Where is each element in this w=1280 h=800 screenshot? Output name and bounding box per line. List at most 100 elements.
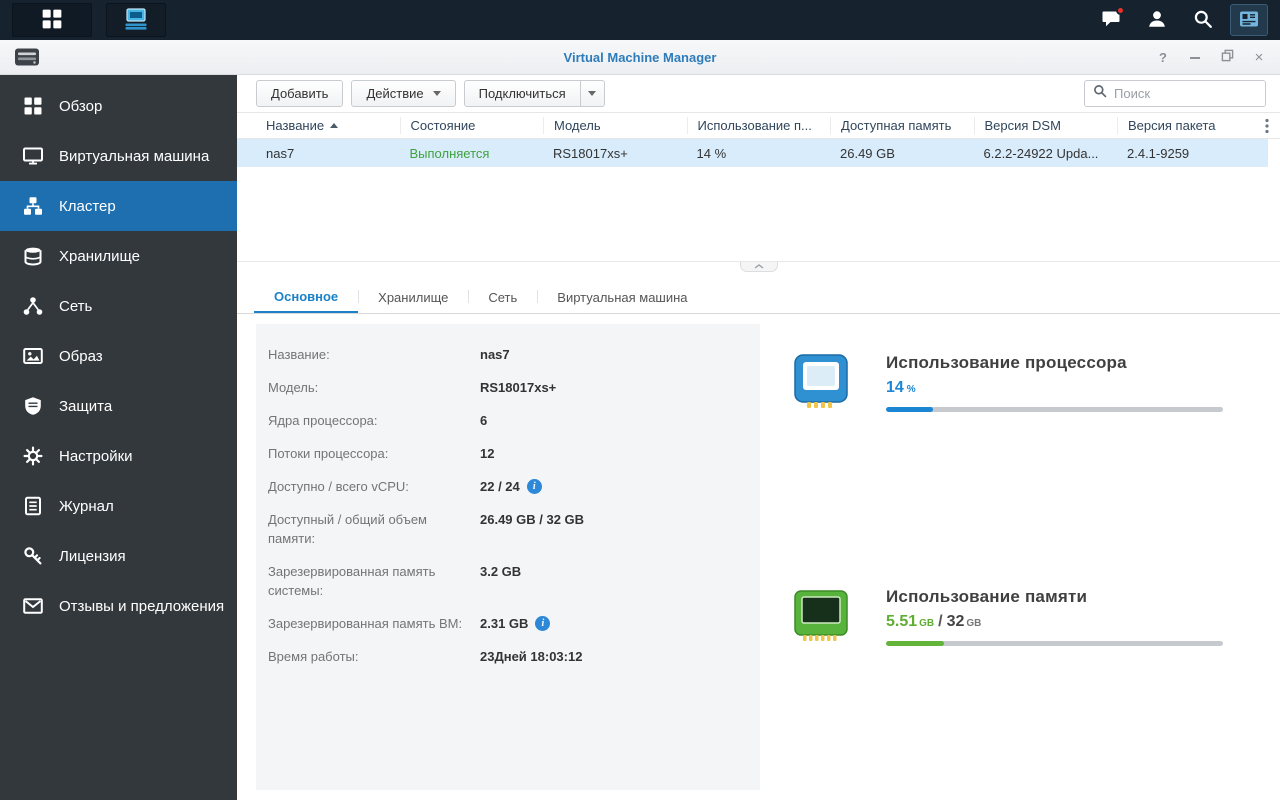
- cell-available-memory: 26.49 GB: [840, 145, 895, 161]
- cell-state status-badge: Выполняется: [409, 145, 490, 161]
- field-value: 26.49 GB / 32 GB: [480, 512, 585, 527]
- table-row[interactable]: nas7 Выполняется RS18017xs+ 14 % 26.49 G…: [237, 139, 1268, 167]
- field-label: Название:: [268, 347, 330, 362]
- detail-field: Модель: RS18017xs+: [268, 371, 744, 404]
- memory-icon: [792, 586, 850, 644]
- field-value: 12: [480, 446, 495, 461]
- sidebar-item-label: Образ: [59, 347, 103, 365]
- maximize-button[interactable]: [1214, 46, 1240, 70]
- sidebar-item-feedback[interactable]: Отзывы и предложения: [0, 581, 237, 631]
- window-title: Virtual Machine Manager: [563, 49, 717, 65]
- user-menu-button[interactable]: [1138, 4, 1176, 36]
- pilot-view-icon: [1239, 9, 1259, 32]
- detail-field: Зарезервированная память системы: 3.2 GB: [268, 555, 744, 607]
- tab-virtual-machine[interactable]: Виртуальная машина: [537, 282, 707, 313]
- field-label: Потоки процессора:: [268, 446, 389, 461]
- tab-network[interactable]: Сеть: [468, 282, 537, 313]
- sidebar-item-network[interactable]: Сеть: [0, 281, 237, 331]
- sidebar-item-log[interactable]: Журнал: [0, 481, 237, 531]
- cell-dsm-version: 6.2.2-24922 Upda...: [983, 145, 1099, 161]
- column-header-name[interactable]: Название: [256, 117, 400, 134]
- column-header-dsm-version[interactable]: Версия DSM: [973, 117, 1118, 134]
- sidebar-item-virtual-machine[interactable]: Виртуальная машина: [0, 131, 237, 181]
- memory-usage-value: 5.51 GB / 32 GB: [886, 613, 1223, 631]
- memory-used-unit: GB: [919, 618, 935, 629]
- taskbar-left: [12, 0, 166, 40]
- add-button[interactable]: Добавить: [256, 80, 344, 107]
- column-header-label: Модель: [554, 118, 601, 133]
- vmm-taskbar-button[interactable]: [106, 3, 166, 37]
- detail-field: Ядра процессора: 6: [268, 404, 744, 437]
- search-icon: [1093, 84, 1107, 103]
- memory-usage-title: Использование памяти: [886, 587, 1088, 606]
- sort-ascending-icon: [330, 123, 339, 128]
- usage-panel: Использование процессора 14 % Использова…: [762, 324, 1268, 790]
- field-value: 3.2 GB: [480, 564, 522, 579]
- sidebar-item-overview[interactable]: Обзор: [0, 81, 237, 131]
- tab-storage[interactable]: Хранилище: [358, 282, 468, 313]
- image-icon: [22, 345, 44, 367]
- memory-usage-bar: [886, 641, 1223, 646]
- search-taskbar-button[interactable]: [1184, 4, 1222, 36]
- sidebar-item-image[interactable]: Образ: [0, 331, 237, 381]
- field-label: Доступный / общий объем памяти:: [268, 512, 427, 546]
- info-icon[interactable]: [526, 479, 542, 494]
- sidebar-item-cluster[interactable]: Кластер: [0, 181, 237, 231]
- toolbar: Добавить Действие Подключиться: [237, 75, 1280, 112]
- collapse-handle[interactable]: [739, 262, 778, 272]
- main-panel: Добавить Действие Подключиться Поиск Наз…: [237, 75, 1280, 800]
- column-header-package-version[interactable]: Версия пакета: [1117, 117, 1261, 134]
- sidebar-item-label: Отзывы и предложения: [59, 597, 225, 615]
- cell-model: RS18017xs+: [553, 145, 628, 161]
- tab-general[interactable]: Основное: [254, 282, 359, 313]
- column-header-cpu-usage[interactable]: Использование п...: [686, 117, 831, 134]
- column-header-label: Версия пакета: [1128, 118, 1216, 133]
- cpu-usage-bar: [886, 407, 1223, 412]
- detail-field: Зарезервированная память ВМ: 2.31 GB: [268, 607, 744, 640]
- search-input[interactable]: [1114, 86, 1257, 101]
- search-icon: [1193, 9, 1213, 32]
- column-header-available-memory[interactable]: Доступная память: [830, 117, 974, 134]
- sidebar-item-label: Сеть: [59, 297, 93, 315]
- column-header-label: Использование п...: [697, 118, 812, 133]
- memory-usage-block: Использование памяти 5.51 GB / 32 GB: [792, 586, 1223, 646]
- info-icon[interactable]: [535, 616, 551, 631]
- sidebar-item-settings[interactable]: Настройки: [0, 431, 237, 481]
- minimize-button[interactable]: [1182, 46, 1208, 70]
- sidebar-item-label: Защита: [59, 397, 113, 415]
- help-button[interactable]: ?: [1150, 46, 1176, 70]
- column-header-model[interactable]: Модель: [543, 117, 687, 134]
- connect-split-button: Подключиться: [463, 80, 605, 107]
- column-settings-button[interactable]: [1259, 112, 1275, 139]
- cluster-icon: [22, 195, 44, 217]
- chevron-down-icon: [432, 91, 441, 96]
- field-label: Время работы:: [268, 649, 359, 664]
- cpu-usage-value: 14 %: [886, 379, 1223, 397]
- connect-dropdown-button[interactable]: [579, 81, 604, 106]
- screen: Virtual Machine Manager ? × Обзор Виртуа…: [0, 0, 1280, 800]
- sidebar-item-storage[interactable]: Хранилище: [0, 231, 237, 281]
- sidebar-item-label: Обзор: [59, 97, 103, 115]
- sidebar-item-protection[interactable]: Защита: [0, 381, 237, 431]
- column-header-state[interactable]: Состояние: [399, 117, 544, 134]
- field-label: Зарезервированная память ВМ:: [268, 616, 463, 631]
- action-button[interactable]: Действие: [351, 80, 456, 107]
- log-icon: [22, 495, 44, 517]
- minimize-icon: [1190, 56, 1200, 59]
- vmm-window: Virtual Machine Manager ? × Обзор Виртуа…: [0, 40, 1280, 800]
- close-button[interactable]: ×: [1246, 46, 1272, 70]
- cpu-usage-bar-fill: [886, 407, 934, 412]
- main-menu-button[interactable]: [12, 3, 92, 37]
- field-value: 6: [480, 413, 488, 428]
- cell-package-version: 2.4.1-9259: [1127, 145, 1190, 161]
- pilot-view-button[interactable]: [1230, 4, 1268, 36]
- memory-usage-bar-fill: [886, 641, 944, 646]
- notifications-button[interactable]: [1092, 4, 1130, 36]
- detail-field: Доступный / общий объем памяти: 26.49 GB…: [268, 503, 744, 555]
- sidebar-item-license[interactable]: Лицензия: [0, 531, 237, 581]
- memory-usage-body: Использование памяти 5.51 GB / 32 GB: [886, 586, 1223, 646]
- connect-button[interactable]: Подключиться: [465, 81, 580, 106]
- cpu-usage-body: Использование процессора 14 %: [886, 352, 1223, 412]
- cell-cpu-usage: 14 %: [696, 145, 727, 161]
- taskbar-right: [1092, 4, 1268, 36]
